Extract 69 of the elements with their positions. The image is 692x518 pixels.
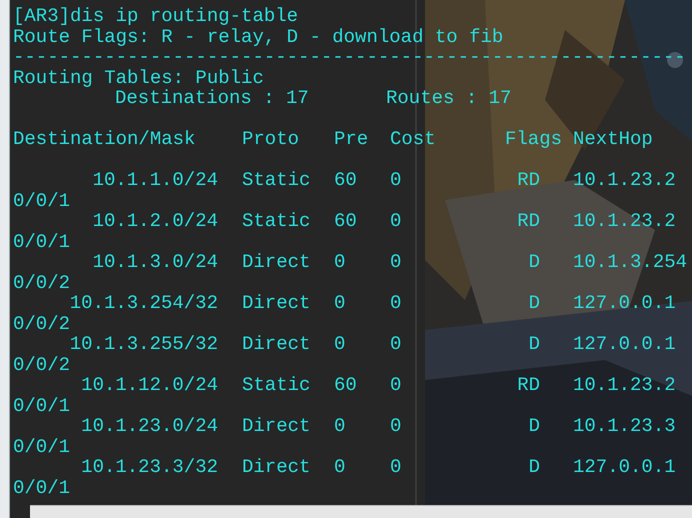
table-cell-text: D (528, 416, 540, 436)
table-cell-text: 60 (334, 211, 358, 232)
table-cell: 0/0/2 (13, 272, 70, 293)
column-header: Flags (505, 129, 564, 150)
column-header: Destination/Mask (13, 129, 196, 150)
column-header: Proto (242, 129, 300, 150)
table-cell-text: D (528, 293, 540, 314)
table-cell-text: RD (516, 375, 540, 396)
table-cell-text: 60 (334, 375, 358, 396)
terminal-line: [AR3]dis ip routing-table (13, 6, 298, 26)
table-cell: 10.1.23.2 (573, 170, 676, 190)
horizontal-scrollbar[interactable] (30, 505, 692, 518)
table-cell-text: 10.1.3.0/24 (92, 252, 218, 272)
table-cell-text: RD (516, 211, 540, 232)
table-cell: 127.0.0.1 (573, 334, 676, 354)
column-header: Cost (390, 129, 437, 150)
table-cell-text: RD (516, 170, 540, 190)
table-cell-text: 60 (334, 170, 358, 190)
table-cell-text: 0 (390, 334, 402, 354)
table-cell-text: Direct (242, 457, 312, 478)
table-cell-text: Direct (242, 334, 312, 354)
table-cell-text: D (528, 252, 540, 272)
table-cell-text: 10.1.2.0/24 (92, 211, 218, 232)
table-cell-text: Direct (242, 293, 312, 314)
table-cell: 0/0/1 (13, 436, 70, 457)
table-cell-text: Static (242, 375, 312, 396)
table-cell-text: D (528, 334, 540, 354)
table-cell-text: 10.1.3.255/32 (69, 334, 218, 354)
table-cell: 127.0.0.1 (573, 293, 676, 314)
column-header: Pre (334, 129, 370, 150)
table-cell-text: 0 (390, 416, 402, 436)
table-cell: 10.1.3.254 (573, 252, 688, 272)
column-header: NextHop (573, 129, 653, 150)
table-cell-text: Static (242, 211, 312, 232)
table-cell: 0/0/2 (13, 354, 70, 375)
table-cell: 10.1.23.2 (573, 375, 676, 396)
table-cell: 0/0/1 (13, 190, 70, 211)
table-cell-text: D (528, 457, 540, 478)
table-cell: 10.1.23.3 (573, 416, 676, 436)
table-cell-text: 10.1.3.254/32 (69, 293, 218, 314)
table-cell-text: 0 (334, 334, 346, 354)
table-cell-text: 0 (390, 293, 402, 314)
table-cell: 0/0/1 (13, 232, 70, 252)
table-cell-text: 0 (334, 252, 346, 272)
table-cell-text: 0 (390, 252, 402, 272)
table-cell-text: 0 (334, 293, 346, 314)
table-cell-text: Static (242, 170, 312, 190)
table-cell-text: 10.1.1.0/24 (92, 170, 218, 190)
table-cell: 0/0/2 (13, 314, 70, 334)
table-cell-text: 10.1.23.0/24 (80, 416, 218, 436)
table-cell-text: 0 (334, 416, 346, 436)
summary-text: Destinations : 17 (115, 88, 309, 108)
table-cell-text: 0 (390, 375, 402, 396)
table-cell-text: 10.1.23.3/32 (80, 457, 218, 478)
table-cell-text: 0 (390, 457, 402, 478)
table-cell: 0/0/1 (13, 396, 70, 416)
table-cell: 127.0.0.1 (573, 457, 676, 478)
table-cell-text: 10.1.12.0/24 (80, 375, 218, 396)
terminal-line: Routing Tables: Public (13, 68, 264, 88)
terminal-line: ----------------------------------------------------------- (13, 47, 686, 68)
table-cell-text: Direct (242, 252, 312, 272)
table-cell-text: Direct (242, 416, 312, 436)
table-cell: 10.1.23.2 (573, 211, 676, 232)
table-cell-text: 0 (334, 457, 346, 478)
summary-text: Routes : 17 (386, 88, 512, 108)
table-cell: 0/0/1 (13, 478, 70, 498)
table-cell-text: 0 (390, 170, 402, 190)
table-cell-text: 0 (390, 211, 402, 232)
terminal-line: Route Flags: R - relay, D - download to fib (13, 26, 504, 47)
